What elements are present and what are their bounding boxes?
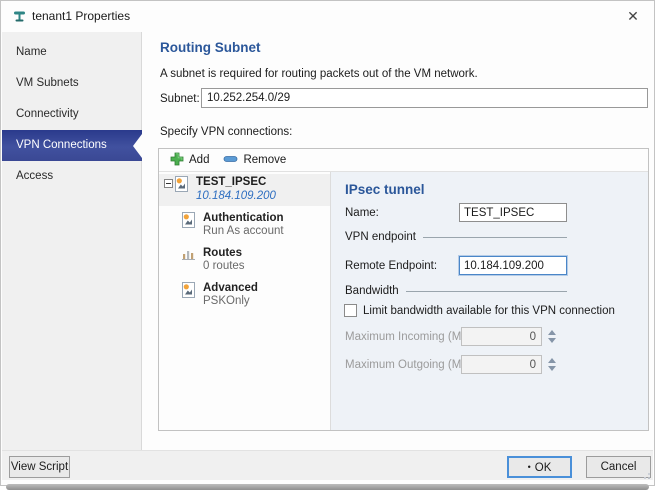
spin-down-icon[interactable] (548, 338, 556, 343)
close-icon[interactable]: ✕ (622, 6, 644, 26)
sidebar-item-access[interactable]: Access (2, 161, 141, 192)
sidebar: Name VM Subnets Connectivity VPN Connect… (2, 32, 142, 450)
name-input[interactable] (459, 203, 567, 222)
max-outgoing-input[interactable] (461, 355, 542, 374)
tree-node-ip: 10.184.109.200 (196, 190, 276, 202)
footer-bar: View Script •OK Cancel (2, 450, 653, 480)
authentication-icon (181, 212, 196, 231)
sidebar-item-label: Connectivity (16, 108, 79, 120)
ok-button[interactable]: • OK (507, 456, 572, 478)
remote-endpoint-input[interactable] (459, 256, 567, 275)
vpn-endpoint-group: VPN endpoint (345, 230, 567, 244)
routes-icon (181, 247, 196, 265)
sidebar-item-vm-subnets[interactable]: VM Subnets (2, 68, 141, 99)
max-incoming-input[interactable] (461, 327, 542, 346)
ok-button-label: OK (535, 462, 552, 474)
window-shadow (6, 484, 649, 490)
vpn-connections-panel: Add Remove (158, 148, 649, 431)
page-title: Routing Subnet (160, 40, 260, 55)
ipsec-details-pane: IPsec tunnel Name: VPN endpoint Remote E… (331, 172, 648, 430)
sidebar-item-label: Name (16, 46, 47, 58)
remove-button-label: Remove (243, 154, 286, 166)
sidebar-item-name[interactable]: Name (2, 37, 141, 68)
remove-minus-icon (223, 154, 238, 166)
sidebar-item-label: Access (16, 170, 53, 182)
window-title: tenant1 Properties (32, 9, 130, 23)
sidebar-item-connectivity[interactable]: Connectivity (2, 99, 141, 130)
view-script-button[interactable]: View Script (9, 456, 70, 478)
advanced-icon (181, 282, 196, 301)
subnet-input[interactable] (201, 88, 648, 108)
spin-up-icon[interactable] (548, 330, 556, 335)
collapse-expander-icon[interactable] (164, 179, 173, 188)
limit-bandwidth-checkbox[interactable] (344, 304, 357, 317)
sidebar-item-label: VPN Connections (16, 139, 107, 151)
tree-node-subtitle: PSKOnly (203, 295, 250, 307)
tree-node-label: Advanced (203, 282, 258, 294)
tree-node-subtitle: Run As account (203, 225, 284, 237)
vpn-toolbar: Add Remove (159, 149, 648, 172)
vpn-panel-body: TEST_IPSEC 10.184.109.200 Authentication (159, 172, 648, 430)
ipsec-tunnel-heading: IPsec tunnel (345, 182, 425, 197)
spin-up-icon[interactable] (548, 358, 556, 363)
remove-button[interactable]: Remove (219, 152, 290, 168)
tenant-properties-dialog: tenant1 Properties ✕ Name VM Subnets Con… (0, 0, 655, 486)
tree-node-test-ipsec[interactable]: TEST_IPSEC 10.184.109.200 (159, 174, 330, 206)
max-outgoing-spinner[interactable] (547, 355, 557, 374)
spin-down-icon[interactable] (548, 366, 556, 371)
tree-node-label: Routes (203, 247, 242, 259)
vpn-connection-icon (174, 176, 189, 195)
name-label: Name: (345, 207, 379, 219)
selected-notch (133, 134, 142, 158)
max-incoming-spinner[interactable] (547, 327, 557, 346)
main-content: Routing Subnet A subnet is required for … (142, 32, 653, 450)
subnet-label: Subnet: (160, 93, 200, 105)
remote-endpoint-label: Remote Endpoint: (345, 260, 437, 272)
default-button-dot-icon: • (528, 462, 531, 472)
tree-node-label: Authentication (203, 212, 284, 224)
bandwidth-group: Bandwidth (345, 284, 567, 298)
add-button-label: Add (189, 154, 209, 166)
add-plus-icon (170, 152, 184, 169)
vpn-endpoint-group-label: VPN endpoint (345, 231, 416, 243)
tree-node-subtitle: 0 routes (203, 260, 245, 272)
resize-grip-icon[interactable] (642, 471, 650, 479)
limit-bandwidth-label: Limit bandwidth available for this VPN c… (363, 305, 615, 317)
specify-vpn-label: Specify VPN connections: (160, 126, 292, 138)
group-separator-line (423, 237, 567, 238)
bandwidth-group-label: Bandwidth (345, 285, 399, 297)
tree-node-name: TEST_IPSEC (196, 176, 266, 188)
group-separator-line (406, 291, 567, 292)
vpn-tree: TEST_IPSEC 10.184.109.200 Authentication (159, 172, 331, 430)
sidebar-item-label: VM Subnets (16, 77, 79, 89)
tenant-icon (12, 9, 27, 27)
add-button[interactable]: Add (166, 150, 213, 171)
sidebar-item-vpn-connections[interactable]: VPN Connections (2, 130, 142, 161)
routing-subnet-description: A subnet is required for routing packets… (160, 68, 478, 80)
titlebar: tenant1 Properties ✕ (1, 1, 654, 32)
